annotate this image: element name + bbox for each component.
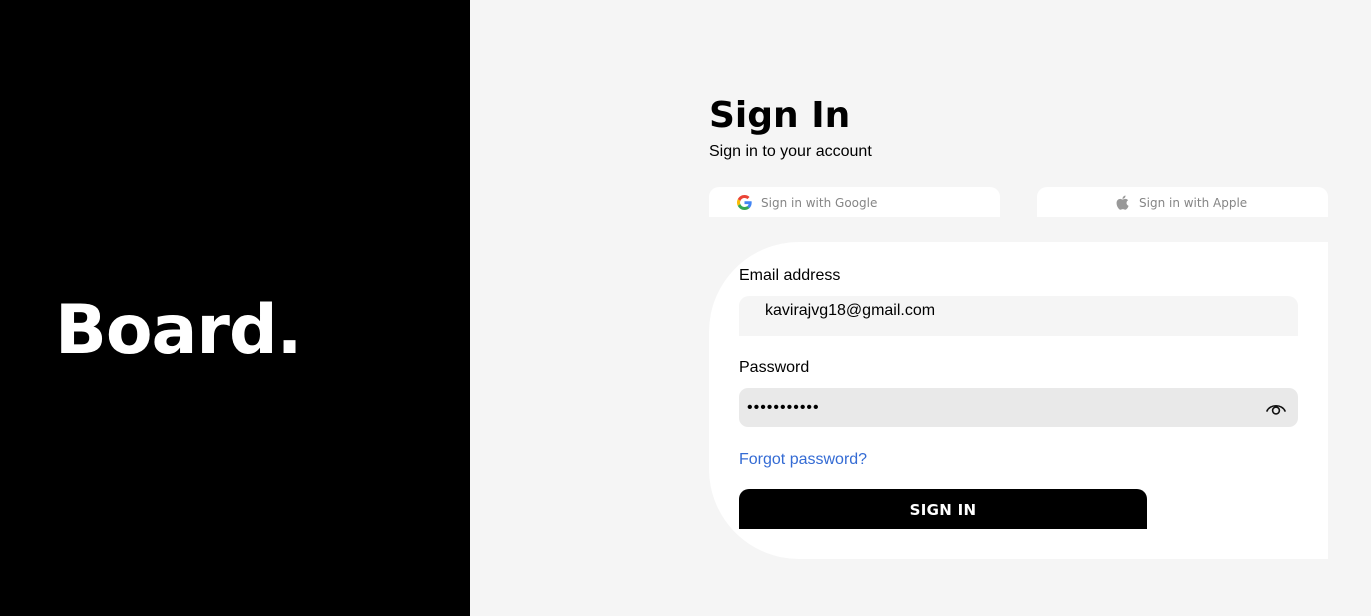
apple-signin-button[interactable]: Sign in with Apple — [1037, 187, 1328, 217]
apple-signin-label: Sign in with Apple — [1139, 196, 1248, 210]
password-field-wrapper — [739, 388, 1298, 427]
eye-icon[interactable] — [1265, 399, 1287, 417]
brand-logo: Board. — [55, 291, 302, 370]
password-field[interactable] — [739, 388, 1249, 427]
google-icon — [737, 194, 752, 210]
brand-panel: Board. — [0, 0, 470, 616]
page-title: Sign In — [709, 95, 851, 136]
email-field[interactable] — [739, 296, 1298, 336]
sign-in-button[interactable]: SIGN IN — [739, 489, 1147, 529]
apple-icon — [1115, 194, 1130, 210]
password-label: Password — [739, 359, 810, 376]
email-label: Email address — [739, 267, 841, 284]
google-signin-label: Sign in with Google — [761, 196, 878, 210]
page-subtitle: Sign in to your account — [709, 143, 872, 160]
forgot-password-link[interactable]: Forgot password? — [739, 450, 867, 470]
google-signin-button[interactable]: Sign in with Google — [709, 187, 1000, 217]
